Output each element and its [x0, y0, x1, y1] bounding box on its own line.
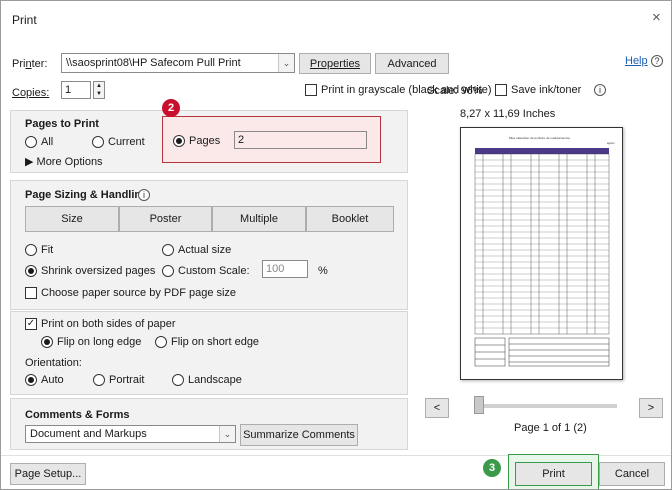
save-ink-label: Save ink/toner	[511, 84, 582, 96]
properties-button[interactable]: Properties	[299, 53, 371, 74]
close-icon[interactable]: ×	[652, 9, 661, 26]
printer-label: Printer:	[12, 58, 48, 70]
copies-label: Copies:	[12, 87, 50, 99]
fit-radio[interactable]	[25, 244, 37, 256]
both-sides-label: Print on both sides of paper	[41, 318, 176, 330]
paper-source-label: Choose paper source by PDF page size	[41, 287, 237, 299]
window-title: Print	[12, 13, 37, 27]
paper-size-label: 8,27 x 11,69 Inches	[460, 108, 556, 120]
fit-label: Fit	[41, 244, 54, 256]
long-edge-label: Flip on long edge	[57, 336, 142, 348]
actual-size-radio[interactable]	[162, 244, 174, 256]
short-edge-radio[interactable]	[155, 336, 167, 348]
tab-poster[interactable]: Poster	[119, 206, 212, 232]
landscape-label: Landscape	[188, 374, 242, 386]
copies-stepper[interactable]: ▲ ▼	[93, 81, 105, 99]
help-icon[interactable]: ?	[651, 55, 663, 67]
advanced-button[interactable]: Advanced	[375, 53, 449, 74]
shrink-label: Shrink oversized pages	[41, 265, 156, 277]
long-edge-radio[interactable]	[41, 336, 53, 348]
custom-scale-input[interactable]: 100	[262, 260, 308, 278]
copies-input[interactable]: 1	[61, 81, 91, 99]
printer-select[interactable]: \\saosprint08\HP Safecom Pull Print ⌄	[61, 53, 295, 73]
custom-scale-label: Custom Scale:	[178, 265, 250, 277]
preview-doc-title: Mise calendrier de territoire de medicam…	[509, 136, 570, 140]
step-2-marker: 2	[162, 99, 180, 117]
page-slider-thumb[interactable]	[474, 396, 484, 414]
pages-input[interactable]: 2	[234, 131, 367, 149]
page-sizing-title: Page Sizing & Handling	[25, 189, 148, 201]
landscape-radio[interactable]	[172, 374, 184, 386]
short-edge-label: Flip on short edge	[171, 336, 260, 348]
tab-size[interactable]: Size	[25, 206, 119, 232]
chevron-down-icon: ⌄	[219, 426, 235, 442]
all-label: All	[41, 136, 54, 148]
both-sides-checkbox[interactable]: ✓	[25, 318, 37, 330]
page-preview-image: Mise calendrier de territoire de medicam…	[474, 136, 615, 367]
current-label: Current	[108, 136, 145, 148]
auto-label: Auto	[41, 374, 64, 386]
orientation-title: Orientation:	[25, 357, 82, 369]
all-radio[interactable]	[25, 136, 37, 148]
current-radio[interactable]	[92, 136, 104, 148]
step-3-marker: 3	[483, 459, 501, 477]
info-icon[interactable]: i	[138, 189, 150, 201]
comments-select[interactable]: Document and Markups ⌄	[25, 425, 236, 443]
shrink-radio[interactable]	[25, 265, 37, 277]
page-setup-button[interactable]: Page Setup...	[10, 463, 86, 485]
pages-radio[interactable]	[173, 135, 185, 147]
page-slider-track[interactable]	[477, 404, 617, 408]
percent-label: %	[318, 265, 328, 277]
tab-multiple[interactable]: Multiple	[212, 206, 306, 232]
help-link[interactable]: Help	[625, 55, 648, 67]
save-ink-checkbox[interactable]	[495, 84, 507, 96]
actual-size-label: Actual size	[178, 244, 232, 256]
paper-source-checkbox[interactable]	[25, 287, 37, 299]
chevron-down-icon: ⌄	[278, 54, 294, 72]
title-bar	[0, 0, 672, 40]
printer-select-value: \\saosprint08\HP Safecom Pull Print	[66, 57, 241, 69]
page-indicator: Page 1 of 1 (2)	[514, 422, 587, 434]
pages-label: Pages	[189, 135, 221, 147]
triangle-right-icon: ▶	[25, 156, 34, 168]
portrait-label: Portrait	[109, 374, 145, 386]
summarize-comments-button[interactable]: Summarize Comments	[240, 424, 358, 446]
cancel-button[interactable]: Cancel	[599, 462, 665, 486]
comments-select-value: Document and Markups	[30, 428, 147, 440]
grayscale-checkbox[interactable]	[305, 84, 317, 96]
next-page-button[interactable]: >	[639, 398, 663, 418]
portrait-radio[interactable]	[93, 374, 105, 386]
scale-label: Scale: 96%	[427, 85, 483, 97]
print-button[interactable]: Print	[515, 462, 592, 486]
info-icon[interactable]: i	[594, 84, 606, 96]
page-preview: Mise calendrier de territoire de medicam…	[460, 127, 623, 380]
preview-doc-corner: agosto	[607, 142, 615, 145]
more-options-toggle[interactable]: ▶ More Options	[25, 155, 103, 168]
custom-scale-radio[interactable]	[162, 265, 174, 277]
prev-page-button[interactable]: <	[425, 398, 449, 418]
auto-radio[interactable]	[25, 374, 37, 386]
tab-booklet[interactable]: Booklet	[306, 206, 394, 232]
comments-title: Comments & Forms	[25, 409, 130, 421]
pages-to-print-title: Pages to Print	[25, 118, 99, 130]
